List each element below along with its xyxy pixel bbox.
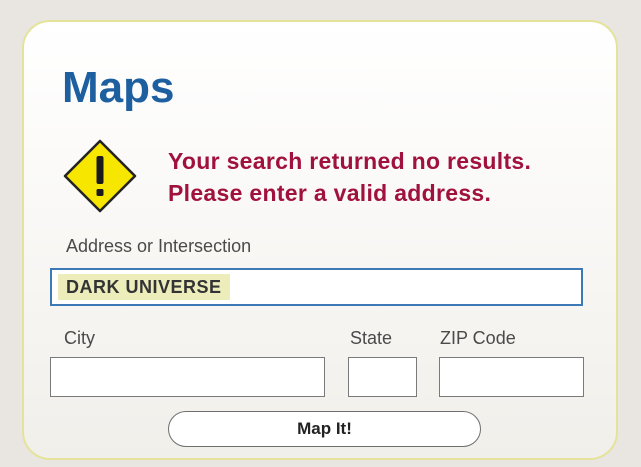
zip-input[interactable] bbox=[439, 357, 584, 397]
page-title: Maps bbox=[62, 63, 175, 112]
city-input[interactable] bbox=[50, 357, 325, 397]
address-input-value: DARK UNIVERSE bbox=[58, 274, 230, 300]
zip-label: ZIP Code bbox=[440, 328, 516, 348]
error-line-2: Please enter a valid address. bbox=[168, 180, 492, 206]
city-label: City bbox=[64, 328, 95, 348]
error-message: Your search returned no results. Please … bbox=[168, 145, 531, 209]
address-label: Address or Intersection bbox=[66, 236, 252, 256]
address-input[interactable]: DARK UNIVERSE bbox=[50, 268, 583, 306]
state-label: State bbox=[350, 328, 393, 348]
error-line-1: Your search returned no results. bbox=[168, 148, 532, 174]
warning-icon bbox=[62, 138, 138, 214]
map-it-button[interactable]: Map It! bbox=[168, 411, 481, 447]
state-input[interactable] bbox=[348, 357, 417, 397]
